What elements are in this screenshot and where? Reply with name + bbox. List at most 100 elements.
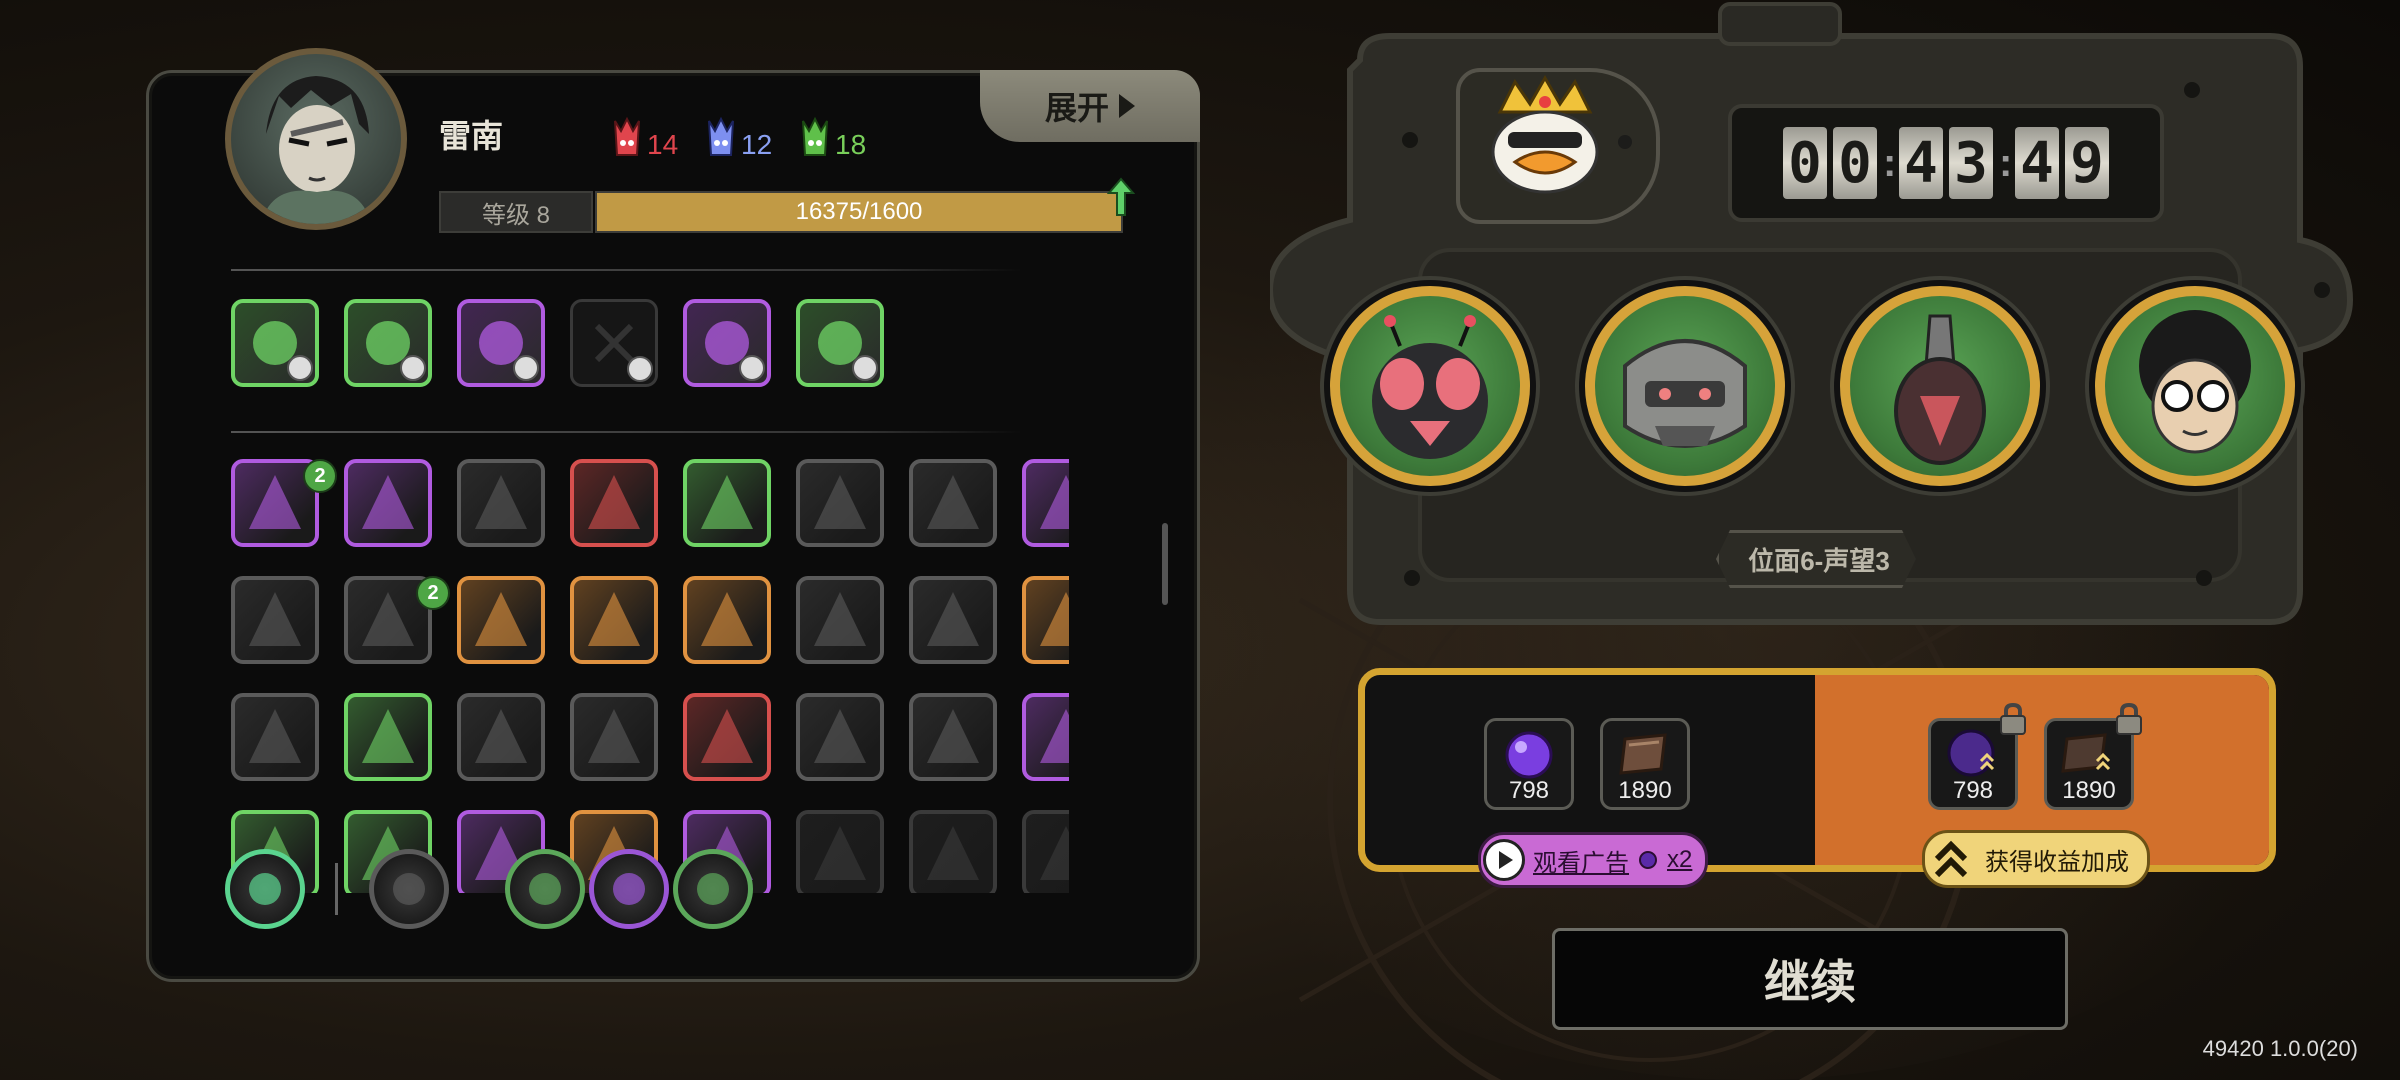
timer-colon: : <box>1883 140 1897 185</box>
double-chevron-up-icon <box>1934 840 1968 878</box>
equipment-slot[interactable] <box>231 299 319 387</box>
blue-resource: 12 <box>705 115 772 161</box>
skill-slot[interactable] <box>1022 576 1069 664</box>
boss-portrait[interactable] <box>1456 68 1660 224</box>
green-crystal-icon <box>802 116 828 156</box>
skill-slot[interactable] <box>570 693 658 781</box>
active-skill[interactable] <box>225 849 305 929</box>
skill-slot[interactable] <box>570 459 658 547</box>
blue-resource-value: 12 <box>741 129 773 160</box>
green-diamond-icon <box>814 475 866 529</box>
skill-slot[interactable] <box>796 576 884 664</box>
boosted-book-value: 1890 <box>2062 777 2116 804</box>
slot-badge-icon <box>287 355 313 381</box>
equipment-slot[interactable] <box>796 299 884 387</box>
green-arrows-icon <box>697 873 729 905</box>
skill-slot[interactable] <box>457 693 545 781</box>
reward-orb: 798 <box>1484 718 1574 810</box>
green-shield-icon <box>701 592 753 646</box>
timer-digit: 3 <box>1949 127 1993 199</box>
timer-digit: 0 <box>1783 127 1827 199</box>
equipment-slot[interactable] <box>457 299 545 387</box>
skill-slot[interactable] <box>344 693 432 781</box>
reward-orb-value: 798 <box>1508 777 1550 804</box>
version-label: 49420 1.0.0(20) <box>2202 1036 2358 1061</box>
blue-eye-icon <box>927 709 979 763</box>
timer-digit: 9 <box>2065 127 2109 199</box>
hero-slot-3[interactable] <box>1840 286 2040 486</box>
active-skill[interactable] <box>589 849 669 929</box>
skill-slot[interactable] <box>231 576 319 664</box>
expand-label: 展开 <box>1044 90 1109 126</box>
skill-slot[interactable] <box>1022 459 1069 547</box>
xp-bar: 16375/1600 <box>595 191 1123 233</box>
watch-ad-label: 观看广告 <box>1533 849 1629 877</box>
skill-slot[interactable] <box>909 576 997 664</box>
brown-book-icon <box>1619 733 1667 775</box>
skill-slot[interactable] <box>796 693 884 781</box>
red-claw-icon <box>393 873 425 905</box>
income-boost-button[interactable]: 获得收益加成 <box>1922 830 2150 888</box>
timer-digit: 4 <box>1899 127 1943 199</box>
reward-book-value: 1890 <box>1618 777 1672 804</box>
blue-crystal-icon <box>708 116 734 156</box>
watch-ad-button[interactable]: 观看广告 x2 <box>1478 832 1708 888</box>
skill-slot[interactable] <box>457 459 545 547</box>
divider <box>231 269 1021 271</box>
skill-slot[interactable] <box>683 459 771 547</box>
red-resource-value: 14 <box>647 129 679 160</box>
crossed-blades-icon <box>701 475 753 529</box>
gold-chain-icon <box>588 709 640 763</box>
player-avatar[interactable] <box>225 48 407 230</box>
skill-row4-8-icon <box>1040 826 1069 880</box>
skill-slot[interactable] <box>683 576 771 664</box>
active-skill-separator <box>335 863 338 915</box>
purple-splash-icon <box>1040 475 1069 529</box>
skill-slot[interactable] <box>909 810 997 893</box>
level-up-arrow-icon[interactable] <box>1107 177 1135 217</box>
skill-slot[interactable] <box>457 576 545 664</box>
skill-grid[interactable]: 22 <box>229 457 1069 893</box>
boosted-orb-value: 798 <box>1952 777 1994 804</box>
skill-slot[interactable] <box>909 693 997 781</box>
red-lightning-icon <box>588 592 640 646</box>
skill-grid-scrollbar[interactable] <box>1162 523 1168 605</box>
skill-slot[interactable] <box>909 459 997 547</box>
skill-slot[interactable] <box>231 693 319 781</box>
active-skill[interactable] <box>505 849 585 929</box>
skill-slot[interactable] <box>796 810 884 893</box>
active-skill[interactable] <box>673 849 753 929</box>
heart-rune-icon <box>613 873 645 905</box>
skill-slot[interactable] <box>570 576 658 664</box>
active-skill[interactable] <box>369 849 449 929</box>
equipment-slot[interactable] <box>683 299 771 387</box>
skill-slot[interactable] <box>796 459 884 547</box>
level-label: 等级 8 <box>439 191 593 233</box>
hero-slot-1[interactable] <box>1330 286 1530 486</box>
continue-button[interactable]: 继续 <box>1552 928 2068 1030</box>
fire-face-icon <box>475 709 527 763</box>
timer-digit: 4 <box>2015 127 2059 199</box>
pink-hand-icon <box>1040 709 1069 763</box>
watch-ad-multiplier: x2 <box>1667 846 1693 873</box>
skill-row4-7-icon <box>927 826 979 880</box>
skill-slot[interactable] <box>344 459 432 547</box>
red-resource: 14 <box>611 115 678 161</box>
purple-ghost-icon <box>362 475 414 529</box>
equipment-slot[interactable] <box>344 299 432 387</box>
skill-count-badge: 2 <box>303 459 337 493</box>
slot-badge-icon <box>400 355 426 381</box>
red-tooth-icon <box>475 592 527 646</box>
hero-slot-4[interactable] <box>2095 286 2295 486</box>
timer-digit: 0 <box>1833 127 1877 199</box>
expand-button[interactable]: 展开 <box>980 70 1200 142</box>
hero-slot-2[interactable] <box>1585 286 1785 486</box>
skill-slot[interactable] <box>1022 810 1069 893</box>
slot-badge-icon <box>513 355 539 381</box>
slot-badge-icon <box>627 356 653 382</box>
reward-book: 1890 <box>1600 718 1690 810</box>
skill-slot[interactable] <box>1022 693 1069 781</box>
blue-lightning-icon <box>927 592 979 646</box>
equipment-slot[interactable] <box>570 299 658 387</box>
skill-slot[interactable] <box>683 693 771 781</box>
